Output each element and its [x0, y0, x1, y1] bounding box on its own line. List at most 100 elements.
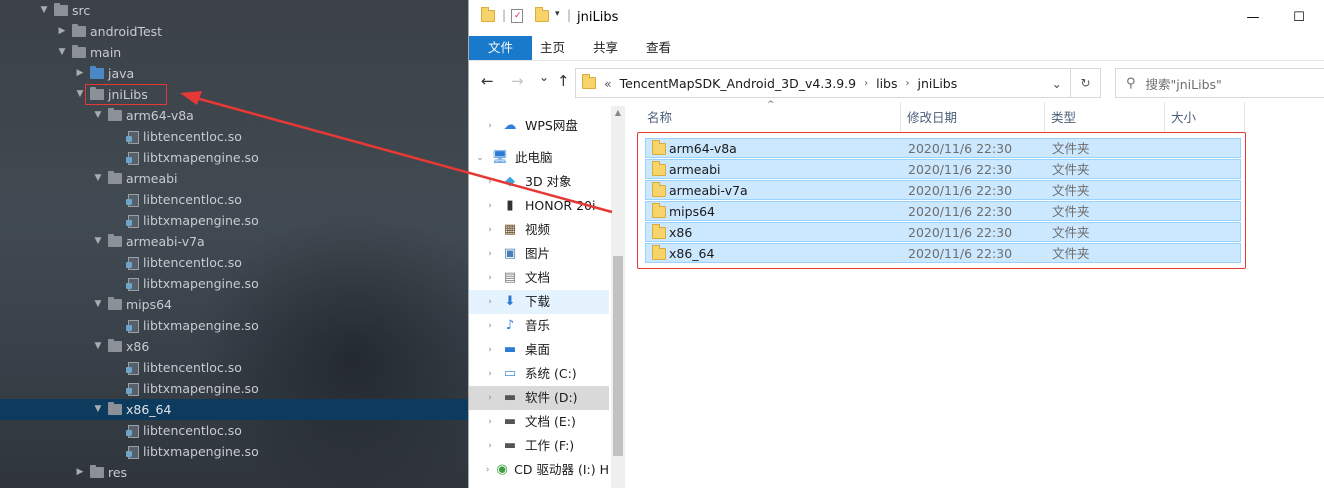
tree-item[interactable]: libtxmapengine.so [110, 273, 259, 294]
new-folder-icon[interactable] [535, 7, 549, 22]
properties-icon[interactable]: ✓ [511, 9, 523, 23]
column-date-modified[interactable]: 修改日期 [901, 102, 1045, 132]
column-type[interactable]: 类型 [1045, 102, 1165, 132]
chevron-down-icon[interactable]: ▼ [56, 42, 68, 63]
chevron-right-icon[interactable]: ▼ [92, 231, 104, 252]
nav-item[interactable]: ⌄ 🖥 此电脑 [469, 146, 609, 170]
nav-item[interactable]: › ▦ 视频 [469, 218, 609, 242]
tree-item[interactable]: ▼ mips64 [92, 294, 172, 315]
tree-item[interactable]: ▶ androidTest [56, 21, 162, 42]
tree-item[interactable]: ▼ x86_64 [92, 399, 171, 420]
nav-item[interactable]: › ▬ 桌面 [469, 338, 609, 362]
chevron-right-icon[interactable]: › [483, 266, 497, 290]
nav-item[interactable]: › ♪ 音乐 [469, 314, 609, 338]
chevron-right-icon[interactable]: ▼ [92, 399, 104, 420]
chevron-right-icon[interactable]: ▶ [74, 63, 86, 84]
back-button[interactable]: ← [481, 72, 494, 90]
tree-item[interactable]: libtencentloc.so [110, 126, 242, 147]
tree-item[interactable]: libtxmapengine.so [110, 210, 259, 231]
chevron-right-icon[interactable]: › [483, 458, 492, 482]
nav-item[interactable]: › ▬ 软件 (D:) [469, 386, 609, 410]
tab-home[interactable]: 主页 [526, 36, 579, 60]
nav-pane-scrollbar[interactable]: ▲ [611, 106, 625, 488]
chevron-right-icon[interactable]: › [483, 290, 497, 314]
breadcrumb-overflow[interactable]: « [604, 76, 612, 91]
tree-item[interactable]: libtencentloc.so [110, 357, 242, 378]
tree-item[interactable]: libtencentloc.so [110, 189, 242, 210]
chevron-right-icon[interactable]: ▶ [56, 21, 68, 42]
chevron-down-icon[interactable]: ▼ [38, 0, 50, 21]
scroll-up-icon[interactable]: ▲ [611, 108, 625, 117]
tree-item[interactable]: ▶ java [74, 63, 134, 84]
tree-item[interactable]: ▼ armeabi-v7a [92, 231, 205, 252]
column-name[interactable]: 名称 [629, 102, 901, 132]
address-dropdown-icon[interactable]: ⌄ [1052, 76, 1062, 91]
nav-item-label: 图片 [525, 246, 551, 261]
breadcrumb-segment[interactable]: libs [876, 76, 897, 91]
tree-item-label: libtxmapengine.so [143, 318, 259, 333]
breadcrumb-segment[interactable]: jniLibs [918, 76, 958, 91]
minimize-button[interactable]: — [1243, 8, 1263, 28]
tree-item-label: x86_64 [126, 402, 172, 417]
tab-file[interactable]: 文件 [469, 36, 532, 60]
tree-item-label: libtencentloc.so [143, 360, 242, 375]
tree-item[interactable]: ▼ armeabi [92, 168, 178, 189]
chevron-right-icon[interactable]: › [483, 194, 497, 218]
tree-item[interactable]: ▼ arm64-v8a [92, 105, 194, 126]
nav-item[interactable]: › ▬ 工作 (F:) [469, 434, 609, 458]
chevron-right-icon[interactable]: ▶ [74, 462, 86, 483]
nav-item[interactable]: › ◆ 3D 对象 [469, 170, 609, 194]
nav-item[interactable]: › ⬇ 下载 [469, 290, 609, 314]
chevron-right-icon[interactable]: › [483, 218, 497, 242]
tab-share[interactable]: 共享 [579, 36, 632, 60]
breadcrumb-segment[interactable]: TencentMapSDK_Android_3D_v4.3.9.9 [620, 76, 856, 91]
tree-item[interactable]: libtxmapengine.so [110, 147, 259, 168]
chevron-right-icon[interactable]: › [483, 170, 497, 194]
nav-item[interactable]: › ▤ 文档 [469, 266, 609, 290]
tree-item[interactable]: libtencentloc.so [110, 420, 242, 441]
recent-locations-dropdown[interactable]: ⌄ [539, 70, 549, 84]
chevron-right-icon[interactable]: › [483, 314, 497, 338]
chevron-right-icon[interactable]: › [483, 434, 497, 458]
tab-view[interactable]: 查看 [632, 36, 685, 60]
so-file-icon [126, 256, 139, 270]
tree-item[interactable]: libtxmapengine.so [110, 378, 259, 399]
column-size[interactable]: 大小 [1165, 102, 1245, 132]
tree-item[interactable]: ▶ res [74, 462, 127, 483]
chevron-right-icon[interactable]: › [483, 362, 497, 386]
nav-item[interactable]: › ☁ WPS网盘 [469, 114, 609, 138]
chevron-right-icon[interactable]: ▼ [92, 168, 104, 189]
chevron-right-icon[interactable]: ▼ [92, 336, 104, 357]
tree-item[interactable]: ▼ main [56, 42, 121, 63]
chevron-down-icon[interactable]: ⌄ [473, 146, 487, 170]
chevron-right-icon[interactable]: ▼ [92, 294, 104, 315]
tree-item[interactable]: libtxmapengine.so [110, 315, 259, 336]
nav-item-label: 音乐 [525, 318, 551, 333]
nav-item[interactable]: › ▭ 系统 (C:) [469, 362, 609, 386]
forward-button[interactable]: → [511, 72, 524, 90]
maximize-button[interactable]: ☐ [1289, 8, 1309, 28]
nav-item[interactable]: › ▬ 文档 (E:) [469, 410, 609, 434]
tree-item[interactable]: ▼ x86 [92, 336, 149, 357]
chevron-right-icon[interactable]: › [483, 242, 497, 266]
computer-icon: 🖥 [491, 150, 509, 165]
nav-item[interactable]: › ◉ CD 驱动器 (I:) H [469, 458, 609, 482]
tree-item[interactable]: libtencentloc.so [110, 252, 242, 273]
chevron-right-icon[interactable]: › [483, 386, 497, 410]
quick-access-dropdown-icon[interactable]: ▾ [555, 9, 560, 19]
ribbon-tabs: 文件 主页 共享 查看 [469, 36, 1324, 61]
chevron-right-icon[interactable]: › [483, 114, 497, 138]
address-field[interactable]: « TencentMapSDK_Android_3D_v4.3.9.9 › li… [575, 68, 1071, 98]
nav-item[interactable]: › ▣ 图片 [469, 242, 609, 266]
chevron-right-icon[interactable]: ▼ [92, 105, 104, 126]
chevron-right-icon[interactable]: › [483, 410, 497, 434]
chevron-right-icon[interactable]: › [483, 338, 497, 362]
tree-item[interactable]: ▼ src [38, 0, 90, 21]
up-button[interactable]: ↑ [557, 72, 570, 90]
search-input[interactable]: ⚲ 搜索"jniLibs" [1115, 68, 1324, 98]
tree-item[interactable]: libtxmapengine.so [110, 441, 259, 462]
refresh-button[interactable]: ↻ [1071, 68, 1101, 98]
folder-icon [108, 108, 122, 121]
nav-item[interactable]: › ▮ HONOR 20i [469, 194, 609, 218]
scrollbar-thumb[interactable] [613, 256, 623, 456]
